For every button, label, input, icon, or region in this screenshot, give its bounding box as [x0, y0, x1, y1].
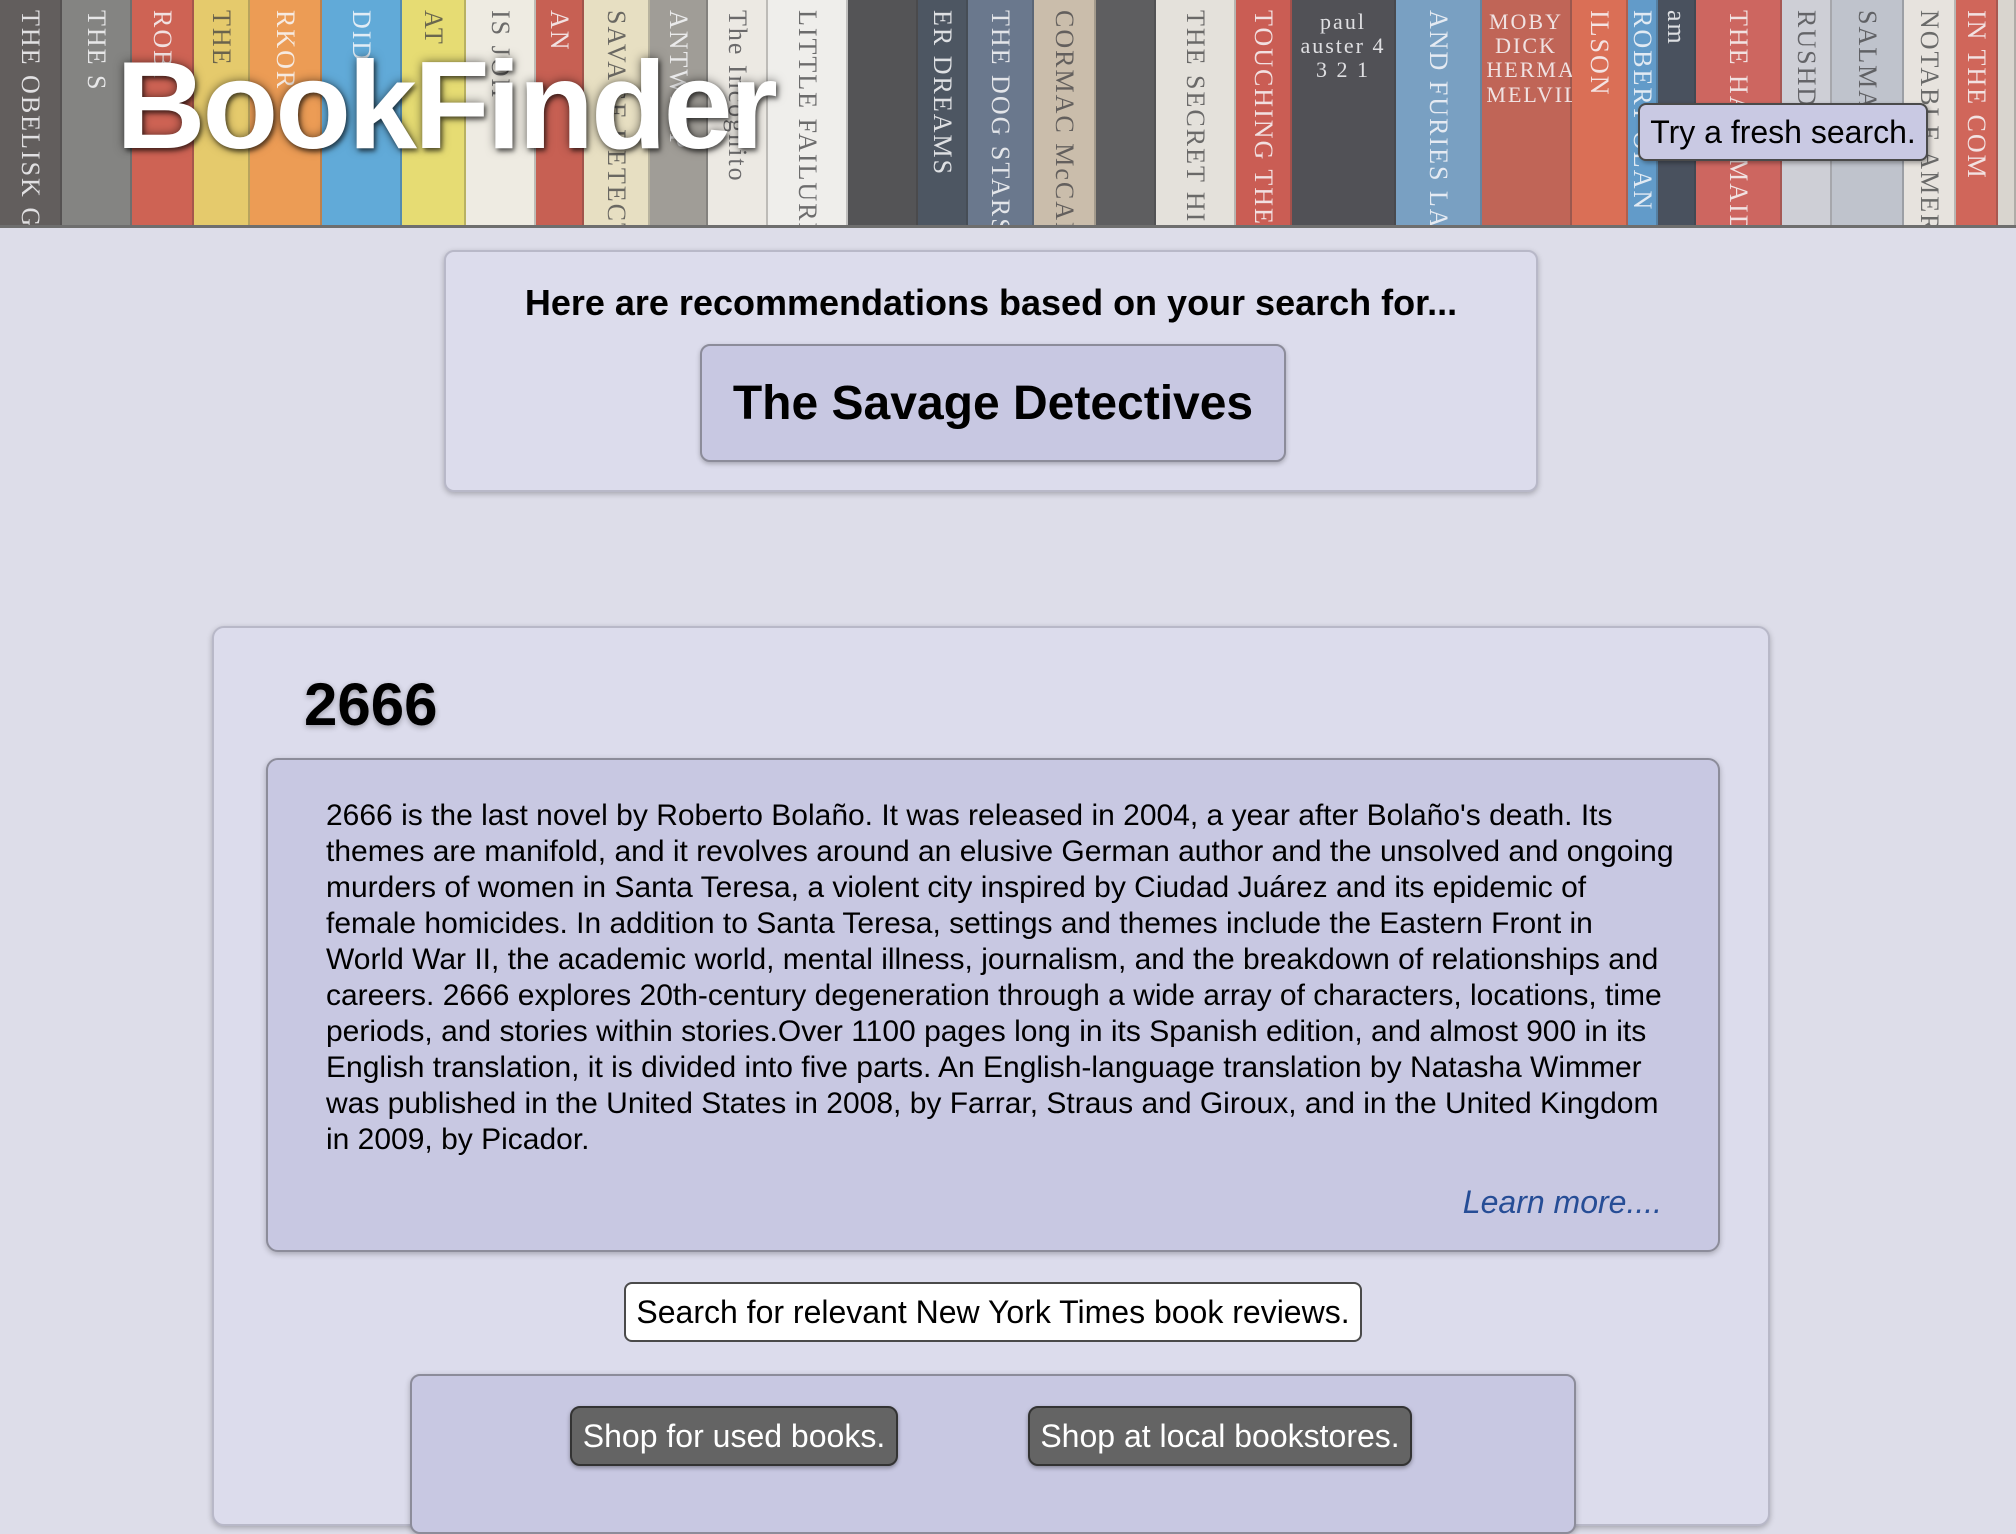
- search-query: The Savage Detectives: [700, 344, 1286, 462]
- shop-used-books-button[interactable]: Shop for used books.: [570, 1406, 898, 1466]
- header-banner: THE OBELISK GA THE S ROBI THE RKOR DID AT IS JO…: [0, 0, 2016, 228]
- app-logo: BookFinder: [116, 37, 778, 175]
- shop-local-bookstores-button[interactable]: Shop at local bookstores.: [1028, 1406, 1412, 1466]
- search-summary-card: Here are recommendations based on your s…: [444, 250, 1538, 492]
- summary-heading: Here are recommendations based on your s…: [524, 282, 1458, 323]
- description-box: 2666 is the last novel by Roberto Bolaño…: [266, 758, 1720, 1252]
- book-title: 2666: [304, 671, 438, 738]
- shop-panel: Shop for used books. Shop at local books…: [410, 1374, 1576, 1534]
- learn-more-link[interactable]: Learn more....: [1463, 1184, 1662, 1221]
- fresh-search-button[interactable]: Try a fresh search.: [1638, 103, 1928, 161]
- recommendation-card: 2666 2666 is the last novel by Roberto B…: [212, 626, 1770, 1534]
- nyt-reviews-button[interactable]: Search for relevant New York Times book …: [624, 1282, 1362, 1342]
- book-description: 2666 is the last novel by Roberto Bolaño…: [326, 799, 1674, 1156]
